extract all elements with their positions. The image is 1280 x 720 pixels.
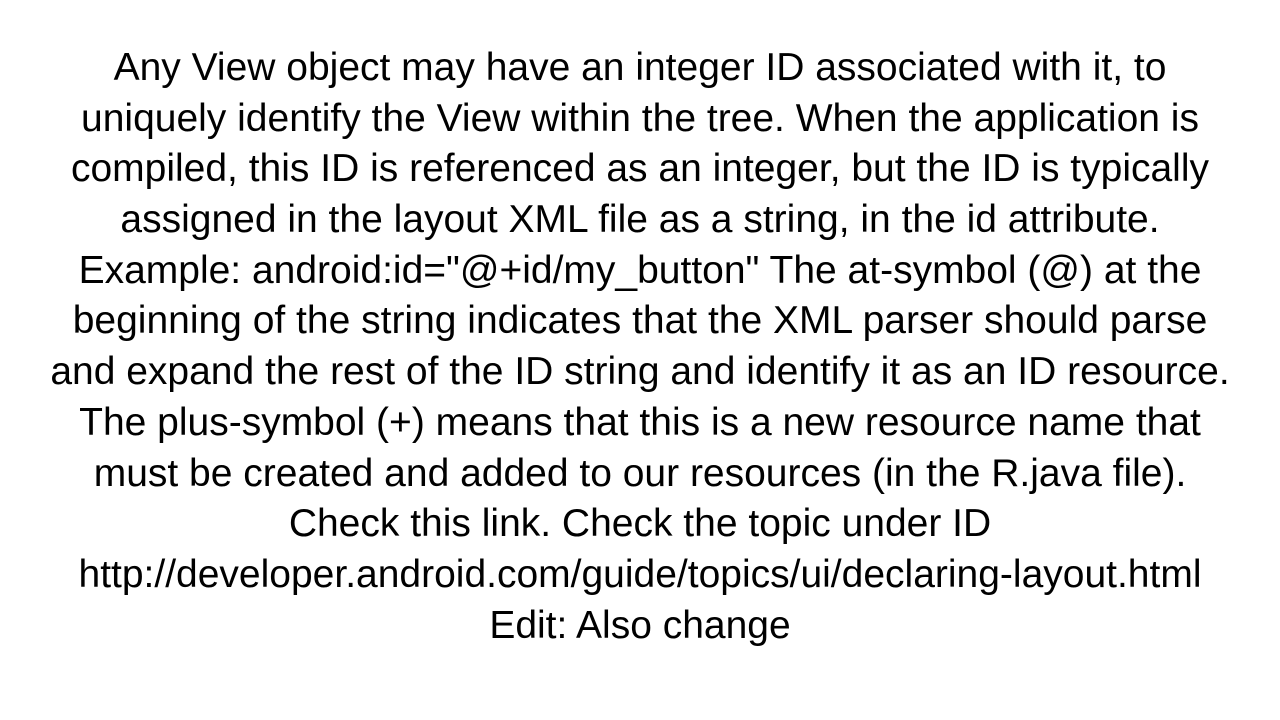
document-page: Any View object may have an integer ID a…	[0, 0, 1280, 720]
body-paragraph: Any View object may have an integer ID a…	[45, 39, 1235, 651]
